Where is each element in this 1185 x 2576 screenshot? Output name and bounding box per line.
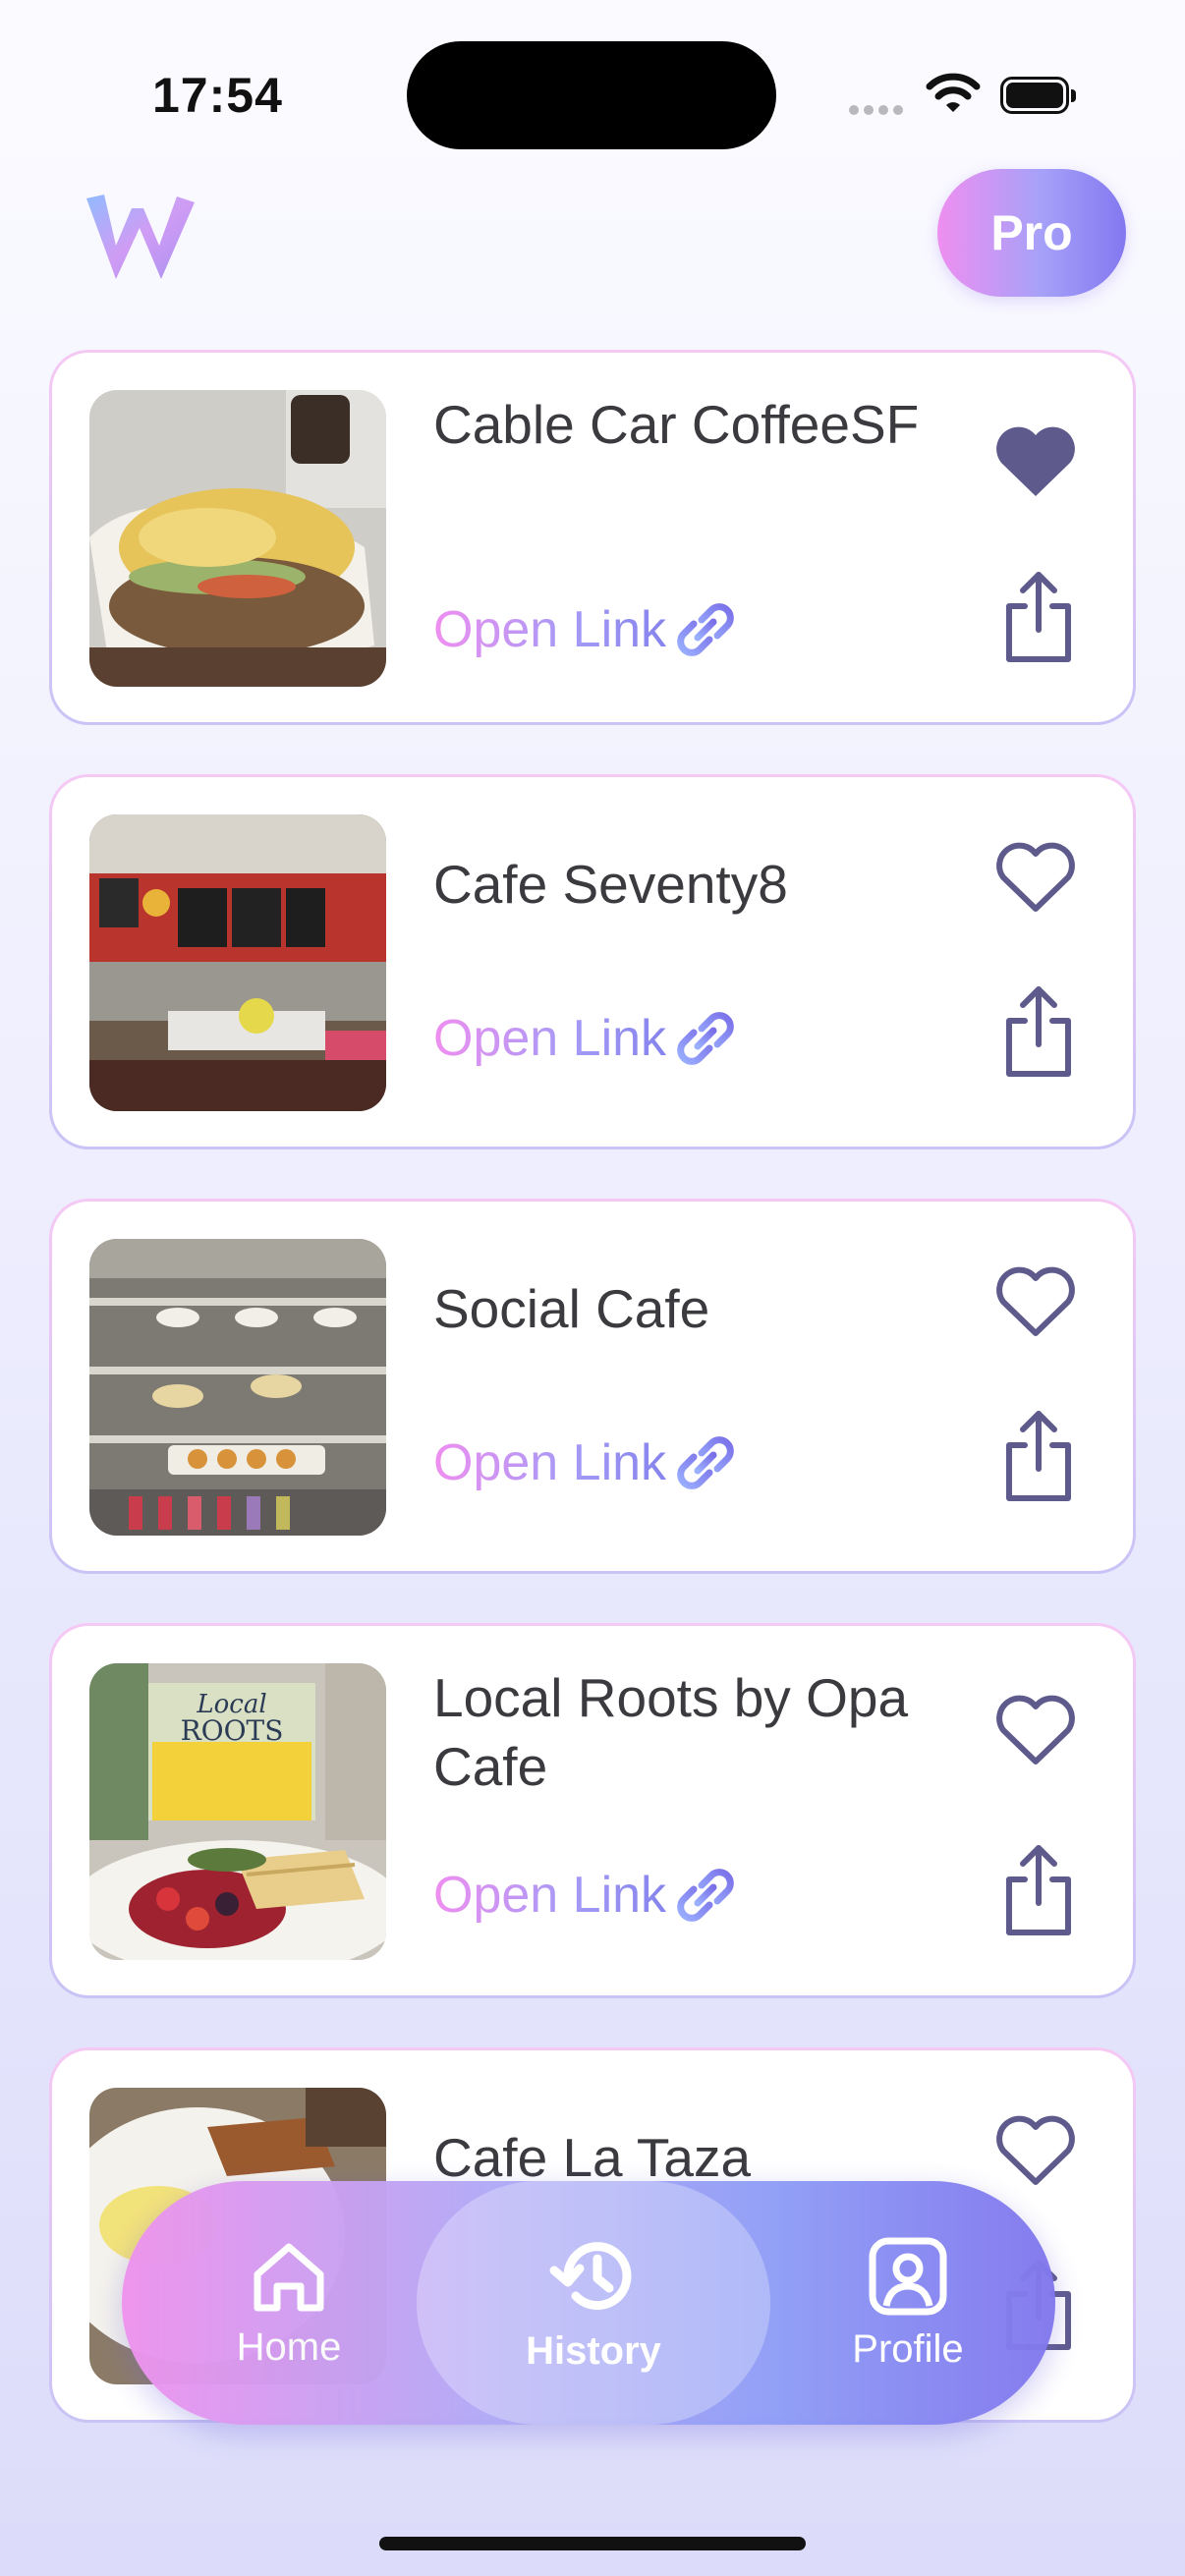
tab-profile-label: Profile	[852, 2326, 964, 2371]
share-icon[interactable]	[999, 1842, 1078, 1940]
status-bar: 17:54	[0, 0, 1185, 187]
open-link-button[interactable]: Open Link	[433, 1862, 739, 1929]
link-icon	[677, 1869, 734, 1922]
place-photo	[89, 1239, 386, 1536]
open-link-label: Open Link	[433, 1867, 667, 1924]
home-indicator	[379, 2537, 806, 2550]
link-icon	[677, 1012, 734, 1065]
link-icon	[677, 1436, 734, 1489]
tab-history[interactable]: History	[417, 2181, 770, 2425]
tab-history-label: History	[526, 2328, 661, 2373]
place-photo: Local ROOTS	[89, 1663, 386, 1960]
app-logo	[86, 195, 195, 279]
place-title: Cable Car CoffeeSF	[433, 394, 920, 455]
place-title: Cafe Seventy8	[433, 854, 788, 915]
share-icon[interactable]	[999, 569, 1078, 667]
profile-icon	[869, 2237, 947, 2315]
place-title: Social Cafe	[433, 1278, 710, 1339]
tab-bar: Home History Profile	[122, 2181, 1055, 2425]
link-icon	[677, 603, 734, 656]
signal-icon	[849, 102, 908, 120]
wifi-icon	[926, 73, 981, 112]
heart-filled-icon[interactable]	[991, 421, 1080, 500]
open-link-label: Open Link	[433, 1434, 667, 1491]
place-card[interactable]: Local ROOTS Local Roots by Opa Cafe Open…	[49, 1623, 1136, 1998]
heart-outline-icon[interactable]	[991, 2111, 1080, 2190]
open-link-label: Open Link	[433, 601, 667, 658]
place-card[interactable]: Cable Car CoffeeSF Open Link	[49, 350, 1136, 725]
open-link-label: Open Link	[433, 1010, 667, 1067]
heart-outline-icon[interactable]	[991, 1262, 1080, 1341]
open-link-button[interactable]: Open Link	[433, 1005, 739, 1072]
tab-home-label: Home	[236, 2324, 342, 2369]
open-link-button[interactable]: Open Link	[433, 1429, 739, 1496]
share-icon[interactable]	[999, 1408, 1078, 1506]
status-time: 17:54	[152, 68, 283, 123]
place-card[interactable]: Cafe Seventy8 Open Link	[49, 774, 1136, 1149]
open-link-button[interactable]: Open Link	[433, 596, 739, 663]
place-photo	[89, 814, 386, 1111]
share-icon[interactable]	[999, 983, 1078, 1082]
tab-home[interactable]: Home	[181, 2181, 397, 2425]
tab-profile[interactable]: Profile	[800, 2181, 1016, 2425]
svg-text:ROOTS: ROOTS	[181, 1714, 284, 1747]
heart-outline-icon[interactable]	[991, 838, 1080, 917]
place-card[interactable]: Social Cafe Open Link	[49, 1199, 1136, 1574]
pro-button[interactable]: Pro	[937, 169, 1126, 297]
place-title: Local Roots by Opa Cafe	[433, 1667, 909, 1797]
home-icon	[254, 2243, 324, 2311]
place-photo	[89, 390, 386, 687]
battery-icon	[1000, 77, 1077, 114]
history-icon	[549, 2241, 632, 2310]
dynamic-island	[407, 41, 776, 149]
heart-outline-icon[interactable]	[991, 1691, 1080, 1769]
